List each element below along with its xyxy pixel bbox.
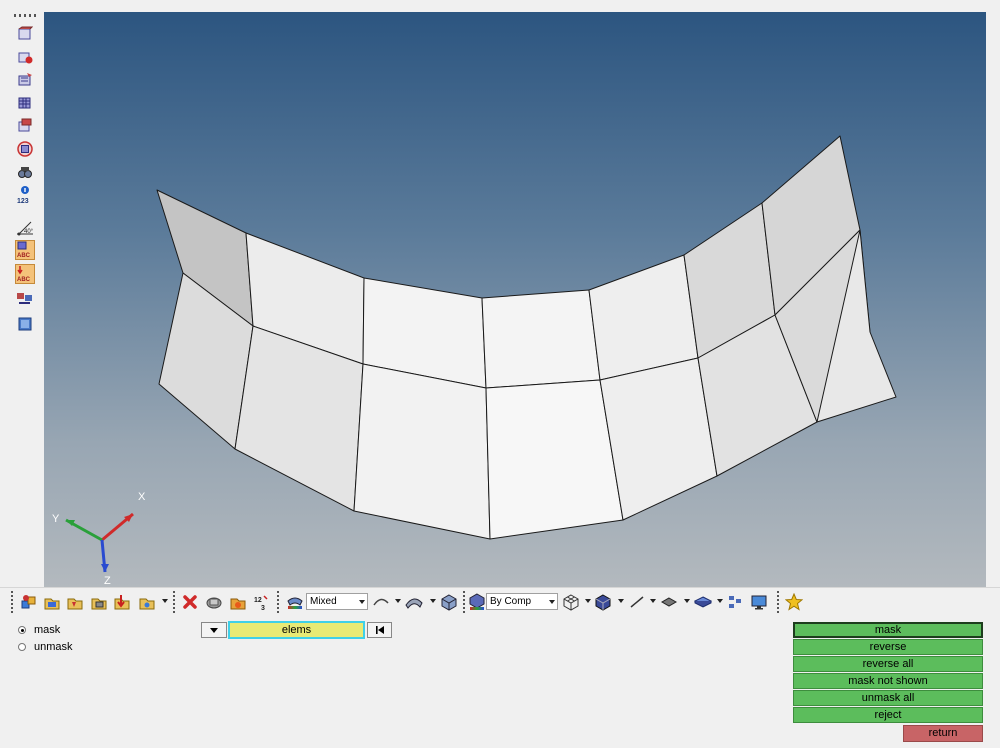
display-mode-icon [285, 592, 305, 612]
find-icon[interactable] [15, 70, 35, 90]
star-icon[interactable] [784, 592, 804, 612]
axis-z-label: Z [104, 575, 111, 585]
collector-material-icon[interactable] [65, 592, 85, 612]
color-mode-value: By Comp [490, 596, 532, 607]
svg-text:3: 3 [261, 605, 265, 611]
svg-text:12: 12 [254, 597, 262, 604]
chevron-down-icon [549, 600, 555, 604]
3d-solid-icon[interactable] [693, 592, 713, 612]
collector-property-icon[interactable] [89, 592, 109, 612]
reject-button[interactable]: reject [793, 707, 983, 723]
reset-selection-button[interactable] [367, 622, 392, 638]
fit-view-icon[interactable] [15, 314, 35, 334]
chevron-down-icon[interactable] [430, 599, 436, 603]
collector-sets-icon[interactable] [137, 592, 157, 612]
reverse-all-button[interactable]: reverse all [793, 656, 983, 672]
collector-loadstep-icon[interactable] [112, 592, 132, 612]
svg-text:40°: 40° [24, 229, 34, 235]
mesh-element [353, 363, 491, 540]
mask-not-shown-button[interactable]: mask not shown [793, 673, 983, 689]
model-browser-icon[interactable] [725, 592, 745, 612]
mesh-element [481, 289, 601, 389]
shaded-solid-icon[interactable] [439, 592, 459, 612]
display-icon[interactable] [15, 24, 35, 44]
axis-x-label: X [138, 491, 146, 503]
collector-load-icon[interactable] [42, 592, 62, 612]
chevron-down-icon[interactable] [162, 599, 168, 603]
shaded-surface-icon[interactable] [404, 592, 424, 612]
display-mode-value: Mixed [310, 596, 337, 607]
2d-plane-icon[interactable] [659, 592, 679, 612]
reverse-button[interactable]: reverse [793, 639, 983, 655]
toolbar-separator [463, 591, 465, 613]
right-border [986, 12, 1000, 587]
svg-text:ABC: ABC [17, 277, 31, 283]
axis-y-label: Y [52, 513, 60, 525]
radio-unmask[interactable]: unmask [18, 641, 73, 653]
entity-type-dropdown[interactable] [201, 622, 227, 638]
chevron-down-icon[interactable] [717, 599, 723, 603]
chevron-down-icon[interactable] [585, 599, 591, 603]
numbering-icon[interactable] [15, 288, 35, 308]
radio-mask[interactable]: mask [18, 624, 60, 636]
color-mode-select[interactable]: By Comp [486, 593, 558, 610]
radio-mask-label: mask [34, 624, 61, 636]
graphics-viewport[interactable]: X Y Z [44, 12, 986, 587]
color-mode-icon [467, 592, 487, 612]
svg-text:123: 123 [17, 198, 29, 205]
reverse-display-icon[interactable] [15, 116, 35, 136]
hide-icon[interactable] [204, 592, 224, 612]
chevron-down-icon[interactable] [684, 599, 690, 603]
mesh-element [485, 379, 624, 540]
chevron-down-icon[interactable] [618, 599, 624, 603]
radio-unmask-label: unmask [34, 641, 73, 653]
mask-button[interactable]: mask [793, 622, 983, 638]
skip-start-icon [375, 626, 384, 634]
measure-icon[interactable]: 40° [15, 217, 35, 237]
return-button[interactable]: return [903, 725, 983, 742]
toolbar-grip[interactable] [14, 14, 36, 17]
mesh-model[interactable] [44, 12, 986, 587]
chevron-down-icon[interactable] [650, 599, 656, 603]
shaded-elements-icon[interactable] [593, 592, 613, 612]
show-all-icon[interactable] [15, 93, 35, 113]
shaded-geometry-icon[interactable] [371, 592, 391, 612]
left-toolbar: 123 40° ABC ABC [0, 12, 44, 587]
radio-indicator[interactable] [18, 626, 26, 634]
entity-selector-field[interactable]: elems [228, 621, 365, 639]
monitor-icon[interactable] [749, 592, 769, 612]
svg-text:ABC: ABC [17, 253, 31, 259]
info-icon[interactable]: 123 [15, 185, 35, 205]
toolbar-grip[interactable] [11, 591, 13, 613]
radio-indicator[interactable] [18, 643, 26, 651]
unmask-all-button[interactable]: unmask all [793, 690, 983, 706]
mask-icon[interactable] [15, 47, 35, 67]
chevron-down-icon[interactable] [395, 599, 401, 603]
toolbar-separator [173, 591, 175, 613]
toolbar-separator [777, 591, 779, 613]
title-strip [0, 0, 1000, 12]
numbers-icon[interactable]: 12 3 [252, 592, 272, 612]
toolbar-separator [277, 591, 279, 613]
bottom-toolbar: 12 3 Mixed By Comp [0, 587, 1000, 617]
collector-components-icon[interactable] [19, 592, 39, 612]
display-mode-select[interactable]: Mixed [306, 593, 368, 610]
find-attached-icon[interactable] [15, 162, 35, 182]
isolate-icon[interactable] [15, 139, 35, 159]
highlight-icon[interactable] [228, 592, 248, 612]
chevron-down-icon [359, 600, 365, 604]
wireframe-elements-icon[interactable] [561, 592, 581, 612]
hide-element-labels-icon[interactable]: ABC [15, 240, 35, 260]
show-element-labels-icon[interactable]: ABC [15, 264, 35, 284]
delete-icon[interactable] [180, 592, 200, 612]
axis-triad: X Y Z [52, 491, 146, 585]
1d-line-icon[interactable] [627, 592, 647, 612]
